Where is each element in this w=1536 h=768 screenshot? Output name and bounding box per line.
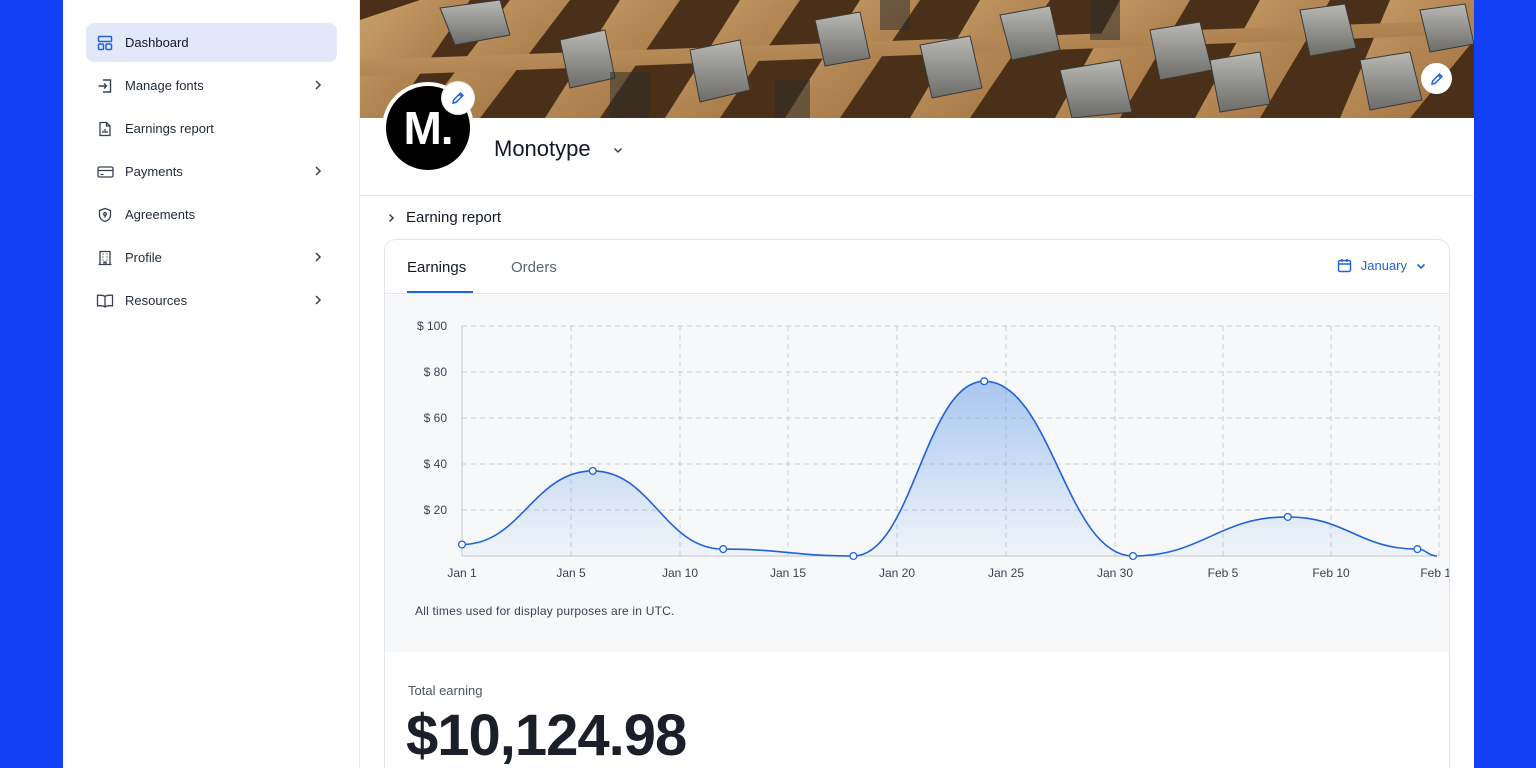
chevron-down-icon[interactable] [611, 143, 625, 157]
data-point [588, 466, 597, 475]
pencil-icon [1430, 72, 1443, 85]
edit-cover-button[interactable] [1421, 63, 1452, 94]
chevron-right-icon [315, 295, 322, 305]
active-tab-indicator [407, 291, 473, 293]
data-point [849, 551, 858, 561]
y-tick-label: $ 80 [424, 365, 448, 379]
import-icon [95, 76, 115, 96]
tab-earnings[interactable]: Earnings [407, 259, 466, 276]
letterpress-type-illustration [360, 0, 1474, 118]
card-icon [95, 162, 115, 182]
month-selector[interactable]: January [1337, 258, 1427, 273]
x-tick-label: Jan 10 [662, 566, 698, 580]
sidebar-item-agreements[interactable]: Agreements [86, 195, 337, 234]
series-area [462, 381, 1437, 556]
cover-image [360, 0, 1474, 118]
sidebar-item-label: Profile [125, 250, 162, 265]
tab-bar: Earnings Orders January [385, 240, 1449, 294]
tab-orders[interactable]: Orders [511, 259, 557, 276]
sidebar-item-resources[interactable]: Resources [86, 281, 337, 320]
sidebar-item-profile[interactable]: Profile [86, 238, 337, 277]
sidebar-item-payments[interactable]: Payments [86, 152, 337, 191]
dashboard-icon [95, 33, 115, 53]
sidebar-item-label: Earnings report [125, 121, 214, 136]
sidebar-item-label: Agreements [125, 207, 196, 222]
book-icon [95, 291, 115, 311]
sidebar-item-label: Dashboard [125, 35, 189, 50]
app-window: Dashboard Manage fonts Earnings report P… [63, 0, 1474, 768]
x-tick-label: Feb 5 [1208, 566, 1239, 580]
sidebar-item-label: Resources [125, 293, 188, 308]
y-tick-label: $ 60 [424, 411, 448, 425]
y-tick-label: $ 40 [424, 457, 448, 471]
sidebar-item-earnings-report[interactable]: Earnings report [86, 109, 337, 148]
calendar-icon [1337, 259, 1351, 273]
pencil-icon [452, 92, 464, 104]
x-tick-label: Jan 30 [1097, 566, 1133, 580]
building-icon [95, 248, 115, 268]
report-icon [95, 119, 115, 139]
y-tick-label: $ 20 [424, 503, 448, 517]
x-tick-label: Jan 1 [447, 566, 477, 580]
data-point [1413, 545, 1422, 554]
data-point [1283, 512, 1292, 521]
sidebar-item-label: Manage fonts [125, 78, 204, 93]
data-point [457, 540, 467, 549]
x-tick-label: Jan 25 [988, 566, 1024, 580]
x-tick-label: Feb 10 [1312, 566, 1350, 580]
main-content: M. Monotype Earning report Earnings Orde… [360, 0, 1474, 768]
edit-avatar-button[interactable] [442, 82, 474, 114]
earning-report-toggle[interactable]: Earning report [385, 209, 501, 226]
sidebar-item-manage-fonts[interactable]: Manage fonts [86, 66, 337, 105]
chevron-down-icon [1416, 263, 1426, 269]
section-title: Earning report [406, 209, 502, 226]
chevron-right-icon [315, 252, 322, 262]
total-earning-label: Total earning [408, 683, 483, 698]
x-tick-label: Jan 20 [879, 566, 915, 580]
total-earning-value: $10,124.98 [406, 703, 687, 768]
data-point [980, 377, 989, 386]
month-label: January [1360, 258, 1407, 273]
sidebar-item-dashboard[interactable]: Dashboard [86, 23, 337, 62]
account-name[interactable]: Monotype [494, 136, 591, 162]
data-point [1128, 551, 1138, 561]
shield-icon [95, 205, 115, 225]
data-point [719, 545, 728, 554]
earnings-chart: $ 20 $ 40 $ 60 $ 80 $ 100 Jan 1 Jan 5 Jan 10 Jan… [417, 319, 1450, 580]
x-tick-label: Feb 15 [1420, 566, 1450, 580]
timezone-note: All times used for display purposes are … [415, 604, 675, 618]
earnings-card: Earnings Orders January $ 20 $ 40 $ 60 $ 80… [384, 239, 1450, 768]
sidebar: Dashboard Manage fonts Earnings report P… [63, 0, 360, 768]
chevron-right-icon [315, 80, 322, 90]
x-tick-label: Jan 15 [770, 566, 806, 580]
chart-panel: $ 20 $ 40 $ 60 $ 80 $ 100 Jan 1 Jan 5 Jan 10 Jan… [385, 295, 1450, 652]
x-tick-label: Jan 5 [556, 566, 586, 580]
y-tick-label: $ 100 [417, 319, 447, 333]
sidebar-item-label: Payments [125, 164, 183, 179]
chevron-right-icon [315, 166, 322, 176]
chevron-right-icon [388, 213, 395, 222]
